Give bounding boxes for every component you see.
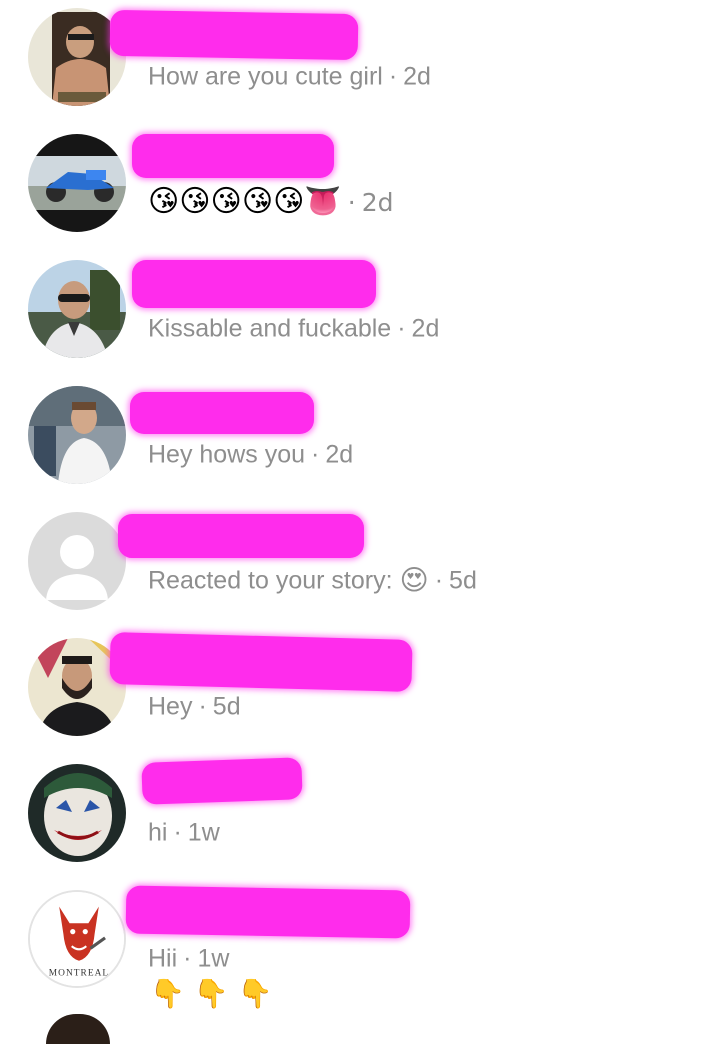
thread-row[interactable]: Reacted to your story: 😍 · 5d	[0, 504, 724, 630]
next-thread-avatar-partial[interactable]	[46, 1014, 110, 1044]
redacted-username	[132, 260, 376, 308]
reaction-emoji: 😍	[399, 563, 429, 597]
message-time: 5d	[449, 566, 477, 595]
message-preview: Reacted to your story: 😍 · 5d	[148, 564, 477, 595]
message-text: Hey hows you	[148, 440, 306, 469]
avatar[interactable]: MONTREAL	[28, 890, 126, 988]
thread-row[interactable]: Kissable and fuckable · 2d	[0, 252, 724, 378]
thread-row[interactable]: Hey · 5d	[0, 630, 724, 756]
logo-wordmark: MONTREAL	[49, 968, 109, 978]
profile-photo-icon	[28, 260, 126, 358]
separator-dot: ·	[173, 818, 182, 847]
avatar[interactable]	[28, 386, 126, 484]
profile-photo-icon	[28, 386, 126, 484]
separator-dot: ·	[311, 440, 320, 469]
separator-dot: ·	[434, 566, 444, 595]
thread-row[interactable]: Hey hows you · 2d	[0, 378, 724, 504]
message-text: Kissable and fuckable	[148, 314, 392, 343]
redacted-username	[118, 514, 364, 558]
message-preview: 😘😘😘😘😘👅 · 2d	[148, 184, 393, 220]
message-time: 2d	[325, 440, 354, 469]
separator-dot: ·	[183, 944, 192, 973]
message-time: 1w	[197, 944, 230, 973]
separator-dot: ·	[198, 692, 207, 721]
default-profile-placeholder-icon	[28, 512, 126, 610]
message-time: 5d	[212, 692, 241, 721]
message-preview: How are you cute girl · 2d	[148, 60, 431, 91]
message-preview: Hey hows you · 2d	[148, 438, 353, 469]
message-text: hi	[148, 818, 168, 847]
message-time: 2d	[361, 188, 394, 217]
redacted-username	[141, 757, 303, 805]
message-time: 2d	[403, 62, 431, 91]
message-preview: Kissable and fuckable · 2d	[148, 312, 439, 343]
profile-photo-icon	[28, 134, 126, 232]
message-text: How are you cute girl	[148, 62, 383, 91]
thread-row[interactable]: How are you cute girl · 2d	[0, 0, 724, 126]
message-preview: Hii · 1w	[148, 942, 229, 973]
redacted-username	[109, 9, 359, 61]
redacted-username	[132, 134, 334, 178]
redacted-username	[109, 632, 413, 692]
message-text: Reacted to your story:	[148, 566, 393, 595]
redacted-username	[125, 885, 411, 939]
montreal-devil-logo-icon: MONTREAL	[30, 892, 124, 986]
joker-face-icon	[28, 764, 126, 862]
message-time: 1w	[187, 818, 220, 847]
message-text: Hii	[148, 944, 178, 973]
message-preview: hi · 1w	[148, 816, 220, 847]
avatar[interactable]	[28, 134, 126, 232]
direct-message-thread-list: How are you cute girl · 2d 😘😘😘😘😘👅 · 2d K…	[0, 0, 724, 1044]
avatar[interactable]	[28, 512, 126, 610]
message-text: Hey	[148, 692, 193, 721]
pointing-down-emojis: 👇 👇 👇	[150, 977, 273, 1010]
thread-row[interactable]: MONTREAL Hii · 1w 👇 👇 👇	[0, 882, 724, 1014]
avatar[interactable]	[28, 260, 126, 358]
thread-row[interactable]: hi · 1w	[0, 756, 724, 882]
separator-dot: ·	[388, 62, 398, 91]
avatar[interactable]	[28, 764, 126, 862]
separator-dot: ·	[397, 314, 406, 343]
message-time: 2d	[411, 314, 440, 343]
redacted-username	[130, 392, 314, 434]
message-emojis: 😘😘😘😘😘👅	[148, 184, 342, 219]
message-emoji-line: 👇 👇 👇	[150, 976, 272, 1012]
thread-row[interactable]: 😘😘😘😘😘👅 · 2d	[0, 126, 724, 252]
separator-dot: ·	[347, 188, 356, 217]
message-preview: Hey · 5d	[148, 690, 241, 721]
